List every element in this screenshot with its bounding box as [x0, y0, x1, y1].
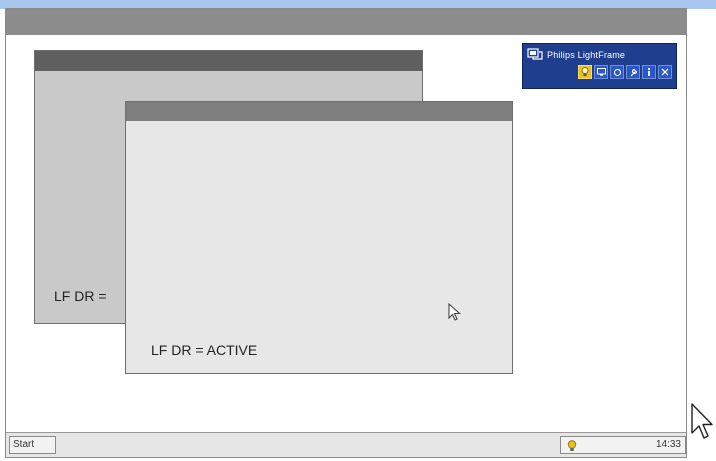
foreground-window-status: LF DR = ACTIVE — [151, 342, 258, 358]
close-button[interactable] — [658, 65, 672, 79]
refresh-button[interactable] — [610, 65, 624, 79]
monitor-icon — [596, 68, 606, 76]
foreground-window-titlebar[interactable] — [126, 102, 512, 121]
lightframe-title: Philips LightFrame — [547, 49, 626, 60]
taskbar: Start 14:33 — [6, 432, 686, 457]
screen-title-bar — [6, 9, 686, 35]
info-icon — [647, 67, 651, 76]
mouse-cursor-icon — [690, 402, 714, 447]
info-button[interactable] — [642, 65, 656, 79]
lightbulb-icon — [581, 67, 589, 76]
lightframe-widget[interactable]: Philips LightFrame — [522, 43, 677, 89]
wrench-icon — [630, 68, 637, 76]
lightbulb-toggle-button[interactable] — [578, 65, 592, 79]
background-window-status: LF DR = — [54, 288, 107, 304]
lightframe-logo-icon — [527, 48, 543, 61]
monitor-settings-button[interactable] — [594, 65, 608, 79]
refresh-icon — [613, 68, 621, 76]
start-button[interactable]: Start — [9, 436, 56, 454]
foreground-window[interactable]: LF DR = ACTIVE — [125, 101, 513, 374]
taskbar-clock: 14:33 — [655, 439, 681, 450]
lightbulb-icon[interactable] — [567, 439, 577, 457]
system-tray: 14:33 — [560, 436, 686, 454]
close-icon — [661, 68, 669, 76]
background-window-titlebar[interactable] — [35, 51, 422, 71]
tool-button[interactable] — [626, 65, 640, 79]
mouse-cursor-icon — [448, 302, 462, 327]
desktop-screen: LF DR = LF DR = ACTIVE Philips LightFram… — [5, 8, 687, 458]
